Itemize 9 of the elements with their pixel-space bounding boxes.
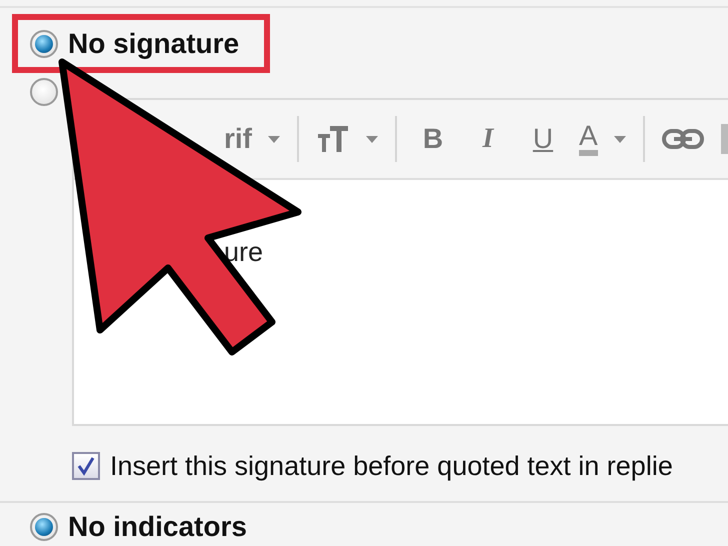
underline-button[interactable]: U	[524, 118, 562, 160]
editor-text: ure	[223, 236, 264, 269]
italic-button[interactable]: I	[469, 118, 507, 160]
font-dropdown[interactable]: rif	[224, 118, 280, 160]
checkbox-label: Insert this signature before quoted text in replie	[110, 450, 673, 483]
text-color-dropdown[interactable]: A	[579, 122, 626, 156]
option-label: No signature	[68, 30, 240, 58]
option-label: No indicators	[68, 512, 247, 540]
bold-button[interactable]: B	[414, 118, 452, 160]
